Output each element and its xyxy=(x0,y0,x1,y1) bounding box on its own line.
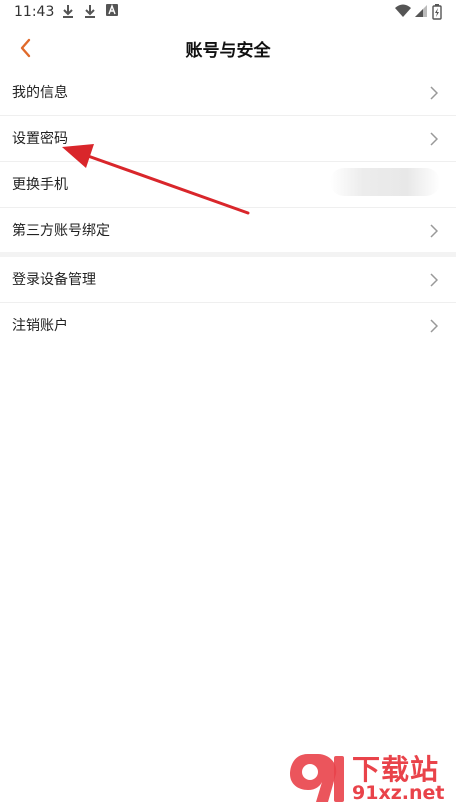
menu-item-label: 更换手机 xyxy=(12,177,68,193)
menu-item-label: 登录设备管理 xyxy=(12,272,96,288)
chevron-right-icon xyxy=(430,86,438,100)
blurred-phone-number xyxy=(330,168,440,196)
download-icon xyxy=(63,5,73,18)
menu-item-label: 注销账户 xyxy=(12,318,68,334)
page-title: 账号与安全 xyxy=(185,41,271,61)
menu-item-third-party-binding[interactable]: 第三方账号绑定 xyxy=(0,208,456,254)
menu-item-set-password[interactable]: 设置密码 xyxy=(0,116,456,162)
menu-item-device-management[interactable]: 登录设备管理 xyxy=(0,257,456,303)
watermark-text-line2: 91xz.net xyxy=(352,782,445,804)
chevron-right-icon xyxy=(430,224,438,238)
menu-item-label: 我的信息 xyxy=(12,85,68,101)
status-bar: 11:43 xyxy=(0,0,456,24)
status-time: 11:43 xyxy=(14,4,55,20)
wifi-icon xyxy=(395,4,411,17)
menu-item-label: 第三方账号绑定 xyxy=(12,223,110,239)
chevron-right-icon xyxy=(430,273,438,287)
top-bar: 账号与安全 xyxy=(0,28,456,68)
menu-item-label: 设置密码 xyxy=(12,131,68,147)
account-menu-group: 我的信息 设置密码 更换手机 第三方账号绑定 xyxy=(0,70,456,254)
chevron-right-icon xyxy=(430,132,438,146)
download-icon xyxy=(85,5,95,18)
watermark-logo-icon xyxy=(290,754,344,802)
device-menu-group: 登录设备管理 注销账户 xyxy=(0,257,456,349)
menu-item-cancel-account[interactable]: 注销账户 xyxy=(0,303,456,349)
watermark: 下载站 91xz.net xyxy=(286,748,452,808)
battery-icon xyxy=(432,4,442,20)
menu-item-my-info[interactable]: 我的信息 xyxy=(0,70,456,116)
signal-icon xyxy=(415,5,427,17)
app-notification-icon xyxy=(106,4,118,16)
chevron-right-icon xyxy=(430,319,438,333)
